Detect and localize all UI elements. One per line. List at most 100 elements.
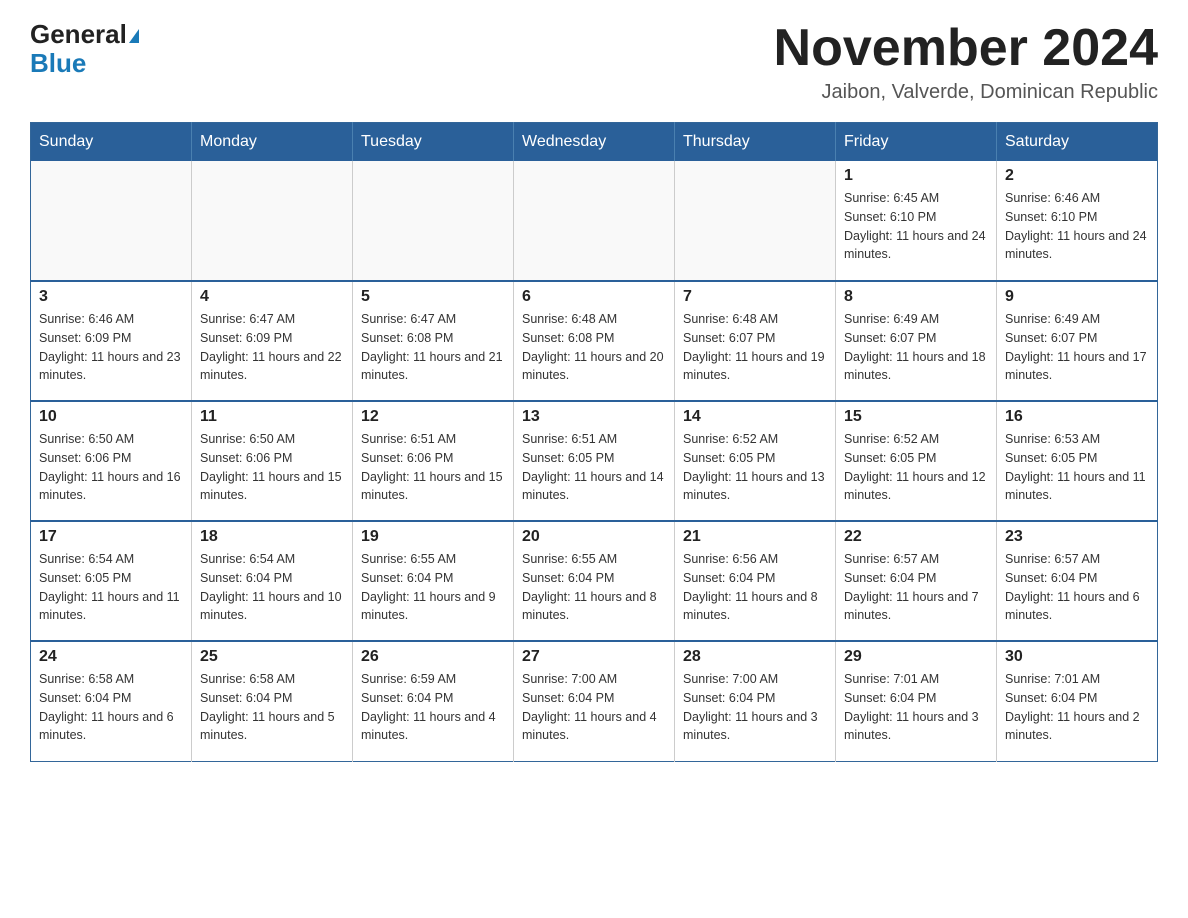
table-row [514, 161, 675, 281]
day-info: Sunrise: 6:51 AMSunset: 6:06 PMDaylight:… [361, 430, 505, 505]
day-number: 28 [683, 648, 827, 666]
header-saturday: Saturday [997, 123, 1158, 162]
day-number: 14 [683, 408, 827, 426]
day-number: 5 [361, 288, 505, 306]
table-row: 24Sunrise: 6:58 AMSunset: 6:04 PMDayligh… [31, 641, 192, 761]
table-row: 25 Sunrise: 6:58 AMSunset: 6:04 PMDayligh… [192, 641, 353, 761]
day-number: 21 [683, 528, 827, 546]
day-number: 16 [1005, 408, 1149, 426]
table-row: 14 Sunrise: 6:52 AMSunset: 6:05 PMDayligh… [675, 401, 836, 521]
day-info: Sunrise: 7:01 AMSunset: 6:04 PMDaylight:… [844, 670, 988, 745]
day-info: Sunrise: 6:50 AMSunset: 6:06 PMDaylight:… [39, 430, 183, 505]
table-row: 6Sunrise: 6:48 AMSunset: 6:08 PMDaylight… [514, 281, 675, 401]
day-info: Sunrise: 6:55 AMSunset: 6:04 PMDaylight:… [522, 550, 666, 625]
day-number: 3 [39, 288, 183, 306]
day-info: Sunrise: 6:49 AMSunset: 6:07 PMDaylight:… [844, 310, 988, 385]
day-info: Sunrise: 6:48 AMSunset: 6:08 PMDaylight:… [522, 310, 666, 385]
day-number: 7 [683, 288, 827, 306]
table-row: 2Sunrise: 6:46 AMSunset: 6:10 PMDaylight… [997, 161, 1158, 281]
logo-general-text: General [30, 20, 139, 49]
header-thursday: Thursday [675, 123, 836, 162]
day-info: Sunrise: 6:50 AMSunset: 6:06 PMDaylight:… [200, 430, 344, 505]
day-info: Sunrise: 7:01 AMSunset: 6:04 PMDaylight:… [1005, 670, 1149, 745]
day-number: 19 [361, 528, 505, 546]
day-number: 25 [200, 648, 344, 666]
day-info: Sunrise: 7:00 AMSunset: 6:04 PMDaylight:… [522, 670, 666, 745]
calendar-week-row: 17 Sunrise: 6:54 AMSunset: 6:05 PMDayligh… [31, 521, 1158, 641]
table-row: 12 Sunrise: 6:51 AMSunset: 6:06 PMDayligh… [353, 401, 514, 521]
day-info: Sunrise: 6:46 AMSunset: 6:09 PMDaylight:… [39, 310, 183, 385]
table-row: 30Sunrise: 7:01 AMSunset: 6:04 PMDayligh… [997, 641, 1158, 761]
day-number: 26 [361, 648, 505, 666]
table-row: 9Sunrise: 6:49 AMSunset: 6:07 PMDaylight… [997, 281, 1158, 401]
day-number: 15 [844, 408, 988, 426]
day-info: Sunrise: 6:48 AMSunset: 6:07 PMDaylight:… [683, 310, 827, 385]
table-row: 26 Sunrise: 6:59 AMSunset: 6:04 PMDayligh… [353, 641, 514, 761]
day-info: Sunrise: 6:59 AMSunset: 6:04 PMDaylight:… [361, 670, 505, 745]
day-number: 4 [200, 288, 344, 306]
table-row: 15 Sunrise: 6:52 AMSunset: 6:05 PMDayligh… [836, 401, 997, 521]
header-sunday: Sunday [31, 123, 192, 162]
day-info: Sunrise: 6:47 AMSunset: 6:09 PMDaylight:… [200, 310, 344, 385]
day-number: 24 [39, 648, 183, 666]
day-info: Sunrise: 7:00 AMSunset: 6:04 PMDaylight:… [683, 670, 827, 745]
table-row: 1 Sunrise: 6:45 AMSunset: 6:10 PMDaylight… [836, 161, 997, 281]
logo: General Blue [30, 20, 139, 77]
table-row: 29 Sunrise: 7:01 AMSunset: 6:04 PMDayligh… [836, 641, 997, 761]
day-number: 27 [522, 648, 666, 666]
table-row: 5 Sunrise: 6:47 AMSunset: 6:08 PMDaylight… [353, 281, 514, 401]
table-row: 17 Sunrise: 6:54 AMSunset: 6:05 PMDayligh… [31, 521, 192, 641]
calendar-title: November 2024 [774, 20, 1158, 77]
day-info: Sunrise: 6:57 AMSunset: 6:04 PMDaylight:… [1005, 550, 1149, 625]
calendar-week-row: 1 Sunrise: 6:45 AMSunset: 6:10 PMDaylight… [31, 161, 1158, 281]
header-tuesday: Tuesday [353, 123, 514, 162]
table-row: 23Sunrise: 6:57 AMSunset: 6:04 PMDayligh… [997, 521, 1158, 641]
day-number: 1 [844, 167, 988, 185]
page-header: General Blue November 2024 Jaibon, Valve… [30, 20, 1158, 104]
day-info: Sunrise: 6:54 AMSunset: 6:04 PMDaylight:… [200, 550, 344, 625]
table-row: 3 Sunrise: 6:46 AMSunset: 6:09 PMDaylight… [31, 281, 192, 401]
day-info: Sunrise: 6:52 AMSunset: 6:05 PMDaylight:… [683, 430, 827, 505]
table-row: 28 Sunrise: 7:00 AMSunset: 6:04 PMDayligh… [675, 641, 836, 761]
day-info: Sunrise: 6:57 AMSunset: 6:04 PMDaylight:… [844, 550, 988, 625]
table-row [192, 161, 353, 281]
day-number: 22 [844, 528, 988, 546]
table-row: 16 Sunrise: 6:53 AMSunset: 6:05 PMDayligh… [997, 401, 1158, 521]
table-row: 27 Sunrise: 7:00 AMSunset: 6:04 PMDayligh… [514, 641, 675, 761]
table-row: 7 Sunrise: 6:48 AMSunset: 6:07 PMDaylight… [675, 281, 836, 401]
calendar-week-row: 24 Sunrise: 6:58 AMSunset: 6:04 PMDayligh… [31, 641, 1158, 761]
table-row: 13Sunrise: 6:51 AMSunset: 6:05 PMDayligh… [514, 401, 675, 521]
table-row: 10Sunrise: 6:50 AMSunset: 6:06 PMDayligh… [31, 401, 192, 521]
day-info: Sunrise: 6:47 AMSunset: 6:08 PMDaylight:… [361, 310, 505, 385]
day-number: 29 [844, 648, 988, 666]
day-info: Sunrise: 6:49 AMSunset: 6:07 PMDaylight:… [1005, 310, 1149, 385]
table-row: 21 Sunrise: 6:56 AMSunset: 6:04 PMDayligh… [675, 521, 836, 641]
day-info: Sunrise: 6:56 AMSunset: 6:04 PMDaylight:… [683, 550, 827, 625]
header-friday: Friday [836, 123, 997, 162]
day-info: Sunrise: 6:53 AMSunset: 6:05 PMDaylight:… [1005, 430, 1149, 505]
table-row: 4 Sunrise: 6:47 AMSunset: 6:09 PMDaylight… [192, 281, 353, 401]
table-row [31, 161, 192, 281]
calendar-header-row: Sunday Monday Tuesday Wednesday Thursday… [31, 123, 1158, 162]
day-number: 12 [361, 408, 505, 426]
table-row: 22 Sunrise: 6:57 AMSunset: 6:04 PMDayligh… [836, 521, 997, 641]
calendar-week-row: 3 Sunrise: 6:46 AMSunset: 6:09 PMDaylight… [31, 281, 1158, 401]
day-info: Sunrise: 6:54 AMSunset: 6:05 PMDaylight:… [39, 550, 183, 625]
day-number: 18 [200, 528, 344, 546]
calendar-table: Sunday Monday Tuesday Wednesday Thursday… [30, 122, 1158, 762]
day-number: 2 [1005, 167, 1149, 185]
table-row: 20 Sunrise: 6:55 AMSunset: 6:04 PMDayligh… [514, 521, 675, 641]
day-number: 20 [522, 528, 666, 546]
day-info: Sunrise: 6:52 AMSunset: 6:05 PMDaylight:… [844, 430, 988, 505]
day-info: Sunrise: 6:55 AMSunset: 6:04 PMDaylight:… [361, 550, 505, 625]
day-info: Sunrise: 6:58 AMSunset: 6:04 PMDaylight:… [200, 670, 344, 745]
day-number: 11 [200, 408, 344, 426]
day-info: Sunrise: 6:51 AMSunset: 6:05 PMDaylight:… [522, 430, 666, 505]
day-number: 8 [844, 288, 988, 306]
day-info: Sunrise: 6:45 AMSunset: 6:10 PMDaylight:… [844, 189, 988, 264]
header-monday: Monday [192, 123, 353, 162]
logo-triangle-icon [129, 29, 139, 43]
calendar-week-row: 10Sunrise: 6:50 AMSunset: 6:06 PMDayligh… [31, 401, 1158, 521]
calendar-subtitle: Jaibon, Valverde, Dominican Republic [774, 81, 1158, 104]
day-number: 17 [39, 528, 183, 546]
